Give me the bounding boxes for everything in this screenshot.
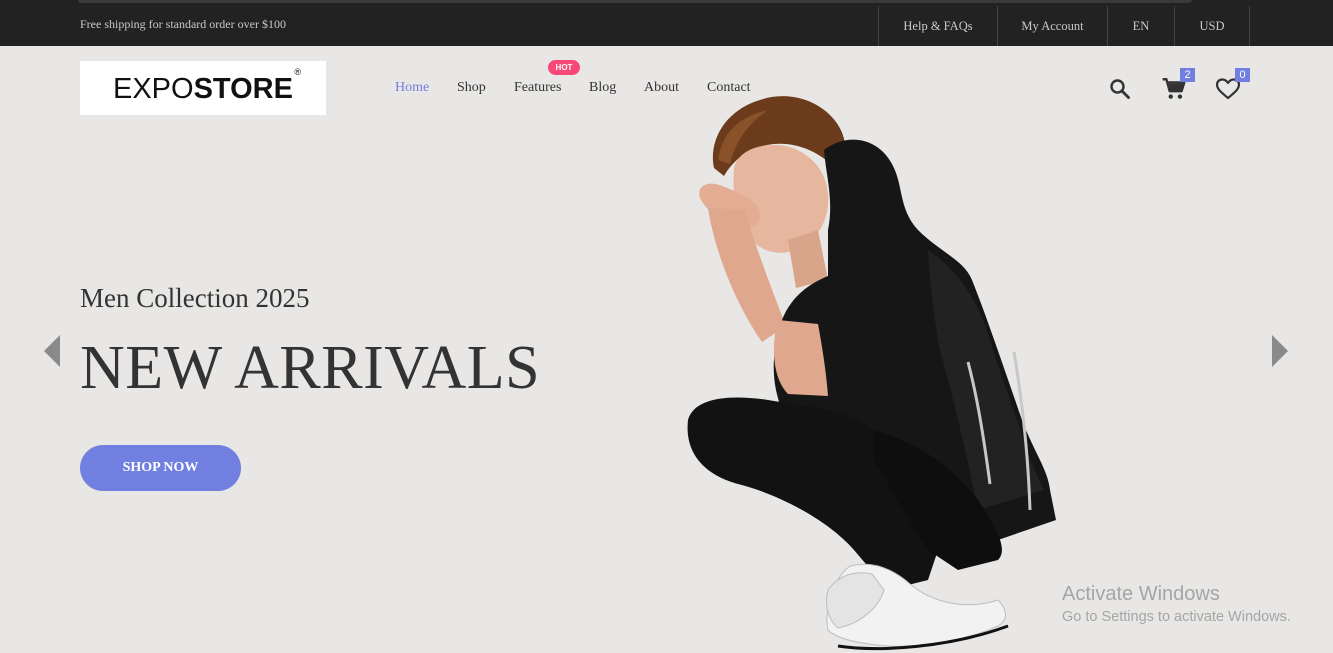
shipping-notice: Free shipping for standard order over $1… [80,17,286,31]
hero-subtitle: Men Collection 2025 [80,283,310,313]
search-icon[interactable] [1108,77,1132,101]
language-selector[interactable]: EN [1107,6,1174,46]
hot-badge: HOT [548,60,580,75]
windows-activation-watermark: Activate Windows Go to Settings to activ… [1062,583,1291,625]
logo-text-store: STORE [193,72,293,105]
nav-features[interactable]: Features [514,80,561,96]
watermark-line-2: Go to Settings to activate Windows. [1062,609,1291,625]
help-faqs-link[interactable]: Help & FAQs [878,6,997,46]
logo-registered-mark: ® [294,67,301,77]
logo-text: EXPOSTORE [113,73,293,106]
nav-home[interactable]: Home [395,80,429,96]
currency-selector[interactable]: USD [1174,6,1250,46]
cart-count-badge: 2 [1180,68,1195,82]
my-account-link[interactable]: My Account [997,6,1107,46]
nav-shop[interactable]: Shop [457,80,486,96]
logo-text-expo: EXPO [113,72,194,105]
watermark-line-1: Activate Windows [1062,583,1220,605]
nav-blog[interactable]: Blog [589,80,616,96]
wishlist-count-badge: 0 [1235,68,1250,82]
hero-headline: NEW ARRIVALS [80,334,541,402]
hero-model-image [678,80,1062,653]
top-bar-links: Help & FAQs My Account EN USD [878,6,1250,46]
slider-prev-arrow[interactable] [43,334,63,368]
top-bar: Free shipping for standard order over $1… [0,0,1333,46]
top-bar-shadow [78,0,1192,3]
slider-next-arrow[interactable] [1269,334,1289,368]
nav-about[interactable]: About [644,80,679,96]
shop-now-button[interactable]: SHOP NOW [80,445,241,491]
site-logo[interactable]: EXPOSTORE ® [80,61,326,115]
